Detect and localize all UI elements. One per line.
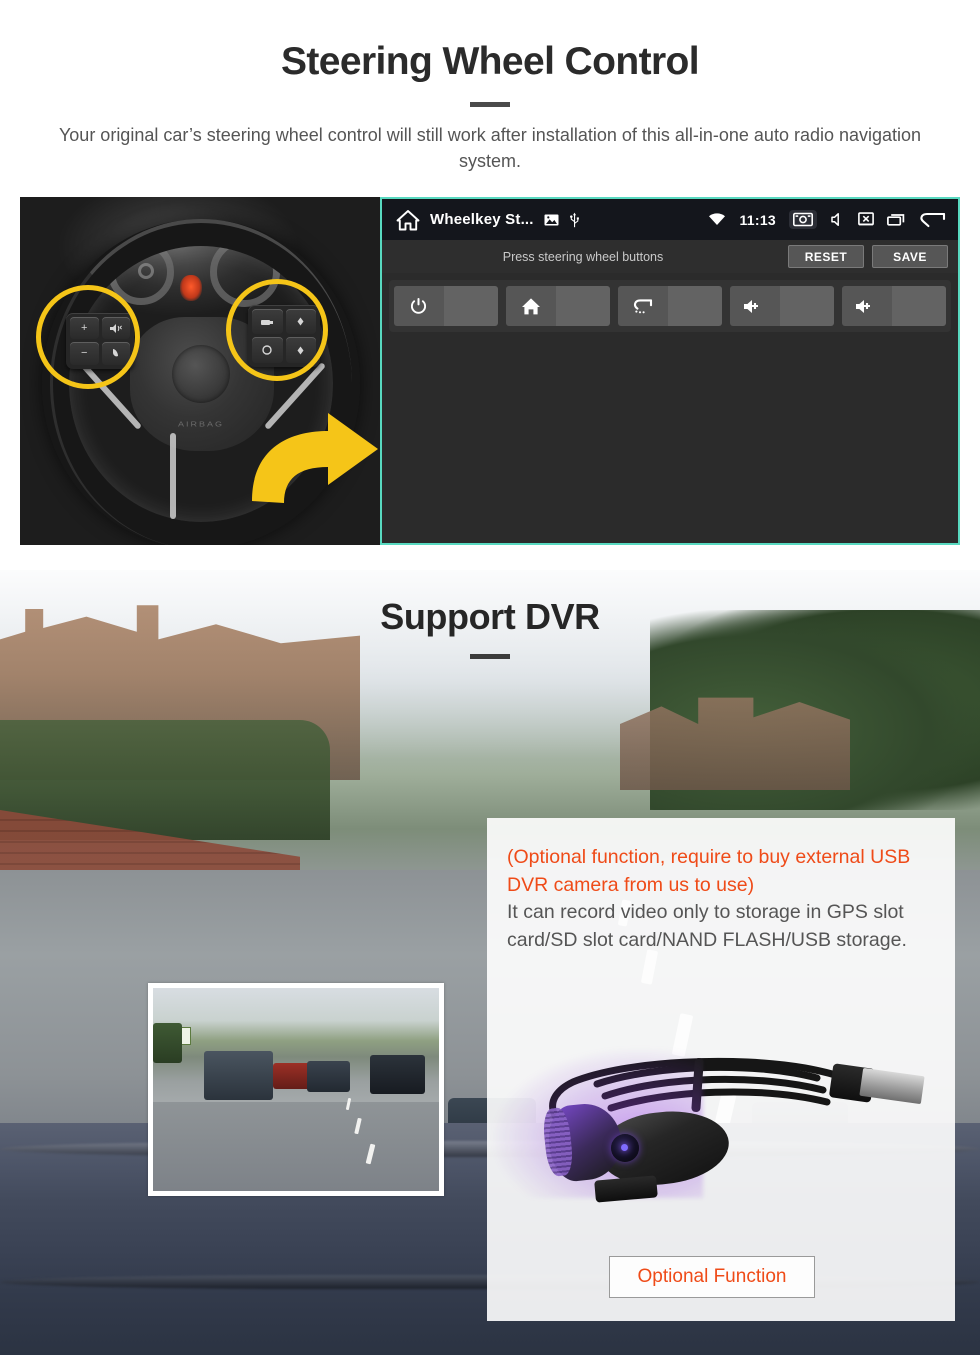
horn-pad (172, 345, 230, 403)
dvr-info-panel: (Optional function, require to buy exter… (487, 818, 955, 1321)
volume-icon[interactable] (830, 212, 845, 227)
swc-media-row: AIRBAG + − Wheelkey St... 11:13 Press st… (20, 197, 960, 545)
volume-up-icon (730, 286, 780, 326)
status-bar-clock: 11:13 (739, 211, 776, 228)
dashcam-recording-inset (148, 983, 444, 1196)
wheelkey-slot-home[interactable] (506, 286, 610, 326)
inset-car (370, 1054, 425, 1094)
recents-icon[interactable] (887, 213, 905, 226)
steering-wheel-control-section: Steering Wheel Control Your original car… (0, 0, 980, 570)
wheelkey-slot-power[interactable] (394, 286, 498, 326)
title-divider (470, 102, 510, 107)
reset-button[interactable]: RESET (788, 245, 864, 268)
page-subtitle: Your original car’s steering wheel contr… (58, 125, 922, 171)
wheelkey-slot-volume-up-1-value (779, 286, 834, 326)
inset-road (153, 1101, 439, 1191)
wheelkey-slot-home-value (555, 286, 610, 326)
save-button[interactable]: SAVE (872, 245, 948, 268)
optional-function-button[interactable]: Optional Function (609, 1256, 815, 1298)
wheelkey-command-bar: Press steering wheel buttons RESET SAVE (382, 240, 958, 273)
inset-car (204, 1050, 274, 1100)
yellow-arrow-icon (232, 393, 380, 513)
image-icon (544, 213, 559, 227)
wheelkey-slot-back-value (667, 286, 722, 326)
dvr-optional-notice: (Optional function, require to buy exter… (507, 846, 911, 896)
back-icon[interactable] (918, 210, 946, 230)
android-status-bar: Wheelkey St... 11:13 (382, 199, 958, 240)
home-icon[interactable] (396, 209, 420, 231)
airbag-label: AIRBAG (178, 420, 225, 428)
home-icon (506, 286, 556, 326)
status-bar-left-group: Wheelkey St... (396, 209, 580, 231)
page-title: Steering Wheel Control (281, 40, 700, 83)
dashcam-inset-image (153, 988, 439, 1191)
highlight-circle-left (36, 285, 140, 389)
camera-lens-icon (611, 1134, 639, 1162)
wifi-icon (708, 213, 726, 226)
inset-car (307, 1061, 351, 1092)
spoke-trim-center (170, 433, 176, 519)
wheelkey-slot-row (389, 280, 951, 332)
android-wheelkey-study-screen[interactable]: Wheelkey St... 11:13 Press steering whee… (380, 197, 960, 545)
steering-wheel-photo: AIRBAG + − (20, 197, 380, 545)
wheelkey-slot-back[interactable] (618, 286, 722, 326)
wheelkey-hint-text: Press steering wheel buttons (502, 249, 664, 264)
wheelkey-slot-volume-up-2[interactable] (842, 286, 946, 326)
status-bar-right-group: 11:13 (708, 210, 946, 230)
wheelkey-slot-volume-up-1[interactable] (730, 286, 834, 326)
wheelkey-slot-volume-up-2-value (891, 286, 946, 326)
power-icon (394, 286, 444, 326)
inset-foliage (153, 1022, 182, 1064)
dvr-title-block: Support DVR (0, 596, 980, 659)
back-icon (618, 286, 668, 326)
dvr-title-divider (470, 654, 510, 659)
inset-car (273, 1063, 311, 1090)
volume-up-icon (842, 286, 892, 326)
status-bar-app-title: Wheelkey St... (430, 211, 534, 228)
usb-dvr-camera-image (487, 986, 955, 1246)
wheelkey-slot-power-value (443, 286, 498, 326)
screenshot-icon[interactable] (789, 210, 817, 229)
dvr-description: It can record video only to storage in G… (507, 901, 907, 952)
dvr-title: Support DVR (380, 596, 600, 637)
usb-icon (569, 212, 580, 228)
screen-off-icon[interactable] (858, 212, 874, 227)
highlight-circle-right (226, 279, 328, 381)
